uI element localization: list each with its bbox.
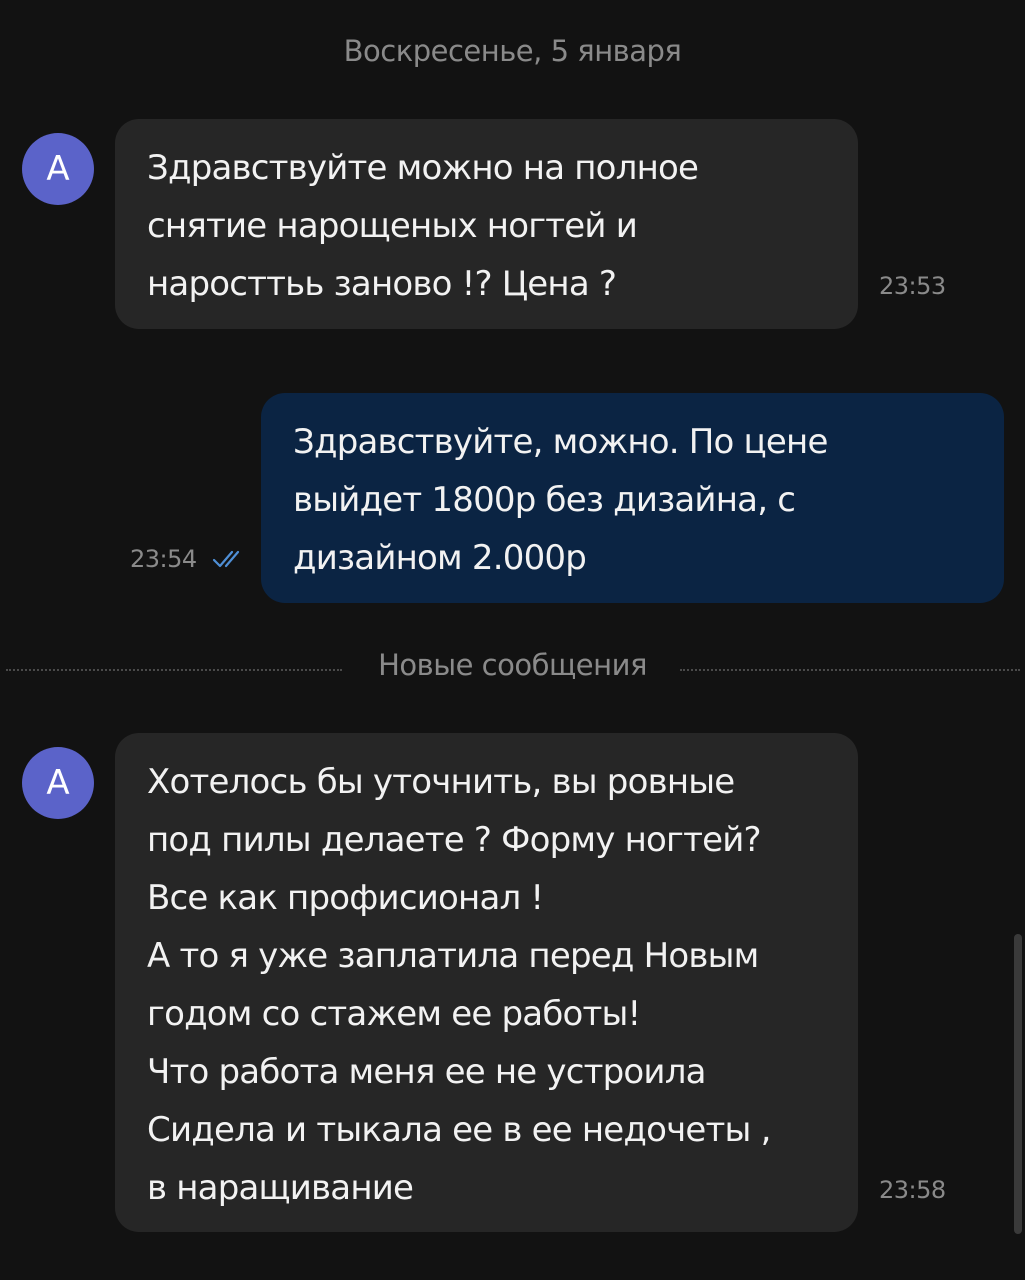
message-text-line: Все как профисионал ! <box>147 878 544 918</box>
sender-avatar[interactable]: А <box>22 133 94 205</box>
message-time: 23:53 <box>879 272 946 300</box>
message-text-line: выйдет 1800р без дизайна, с <box>293 480 796 520</box>
message-text-line: А то я уже заплатила перед Новым <box>147 936 759 976</box>
chat-screen: Воскресенье, 5 января А Здравствуйте мож… <box>0 0 1025 1280</box>
message-text-line: нароcттьь заново !? Цена ? <box>147 264 617 304</box>
new-messages-divider: Новые сообщения <box>0 648 1025 692</box>
message-text-line: Хотелось бы уточнить, вы ровные <box>147 762 735 802</box>
message-text-line: снятие нарощеных ногтей и <box>147 206 638 246</box>
message-text-line: Что работа меня ее не устроила <box>147 1052 706 1092</box>
date-separator: Воскресенье, 5 января <box>343 34 682 68</box>
message-text-line: Сидела и тыкала ее в ее недочеты , <box>147 1110 771 1150</box>
message-text-line: под пилы делаете ? Форму ногтей? <box>147 820 762 860</box>
message-text-line: Здравствуйте можно на полное <box>147 148 699 188</box>
new-messages-label: Новые сообщения <box>378 648 647 682</box>
message-bubble-incoming[interactable]: Здравствуйте можно на полное снятие наро… <box>115 119 858 329</box>
message-bubble-incoming[interactable]: Хотелось бы уточнить, вы ровные под пилы… <box>115 733 858 1232</box>
message-text-line: годом со стажем ее работы! <box>147 994 641 1034</box>
message-text-line: дизайном 2.000р <box>293 538 587 578</box>
message-text-line: в наращивание <box>147 1168 414 1208</box>
message-bubble-outgoing[interactable]: Здравствуйте, можно. По цене выйдет 1800… <box>261 393 1004 603</box>
sender-avatar[interactable]: А <box>22 747 94 819</box>
message-text-line: Здравствуйте, можно. По цене <box>293 422 828 462</box>
message-time: 23:54 <box>130 545 197 573</box>
double-check-icon <box>212 550 240 568</box>
message-time: 23:58 <box>879 1176 946 1204</box>
scrollbar-thumb[interactable] <box>1014 934 1022 1234</box>
